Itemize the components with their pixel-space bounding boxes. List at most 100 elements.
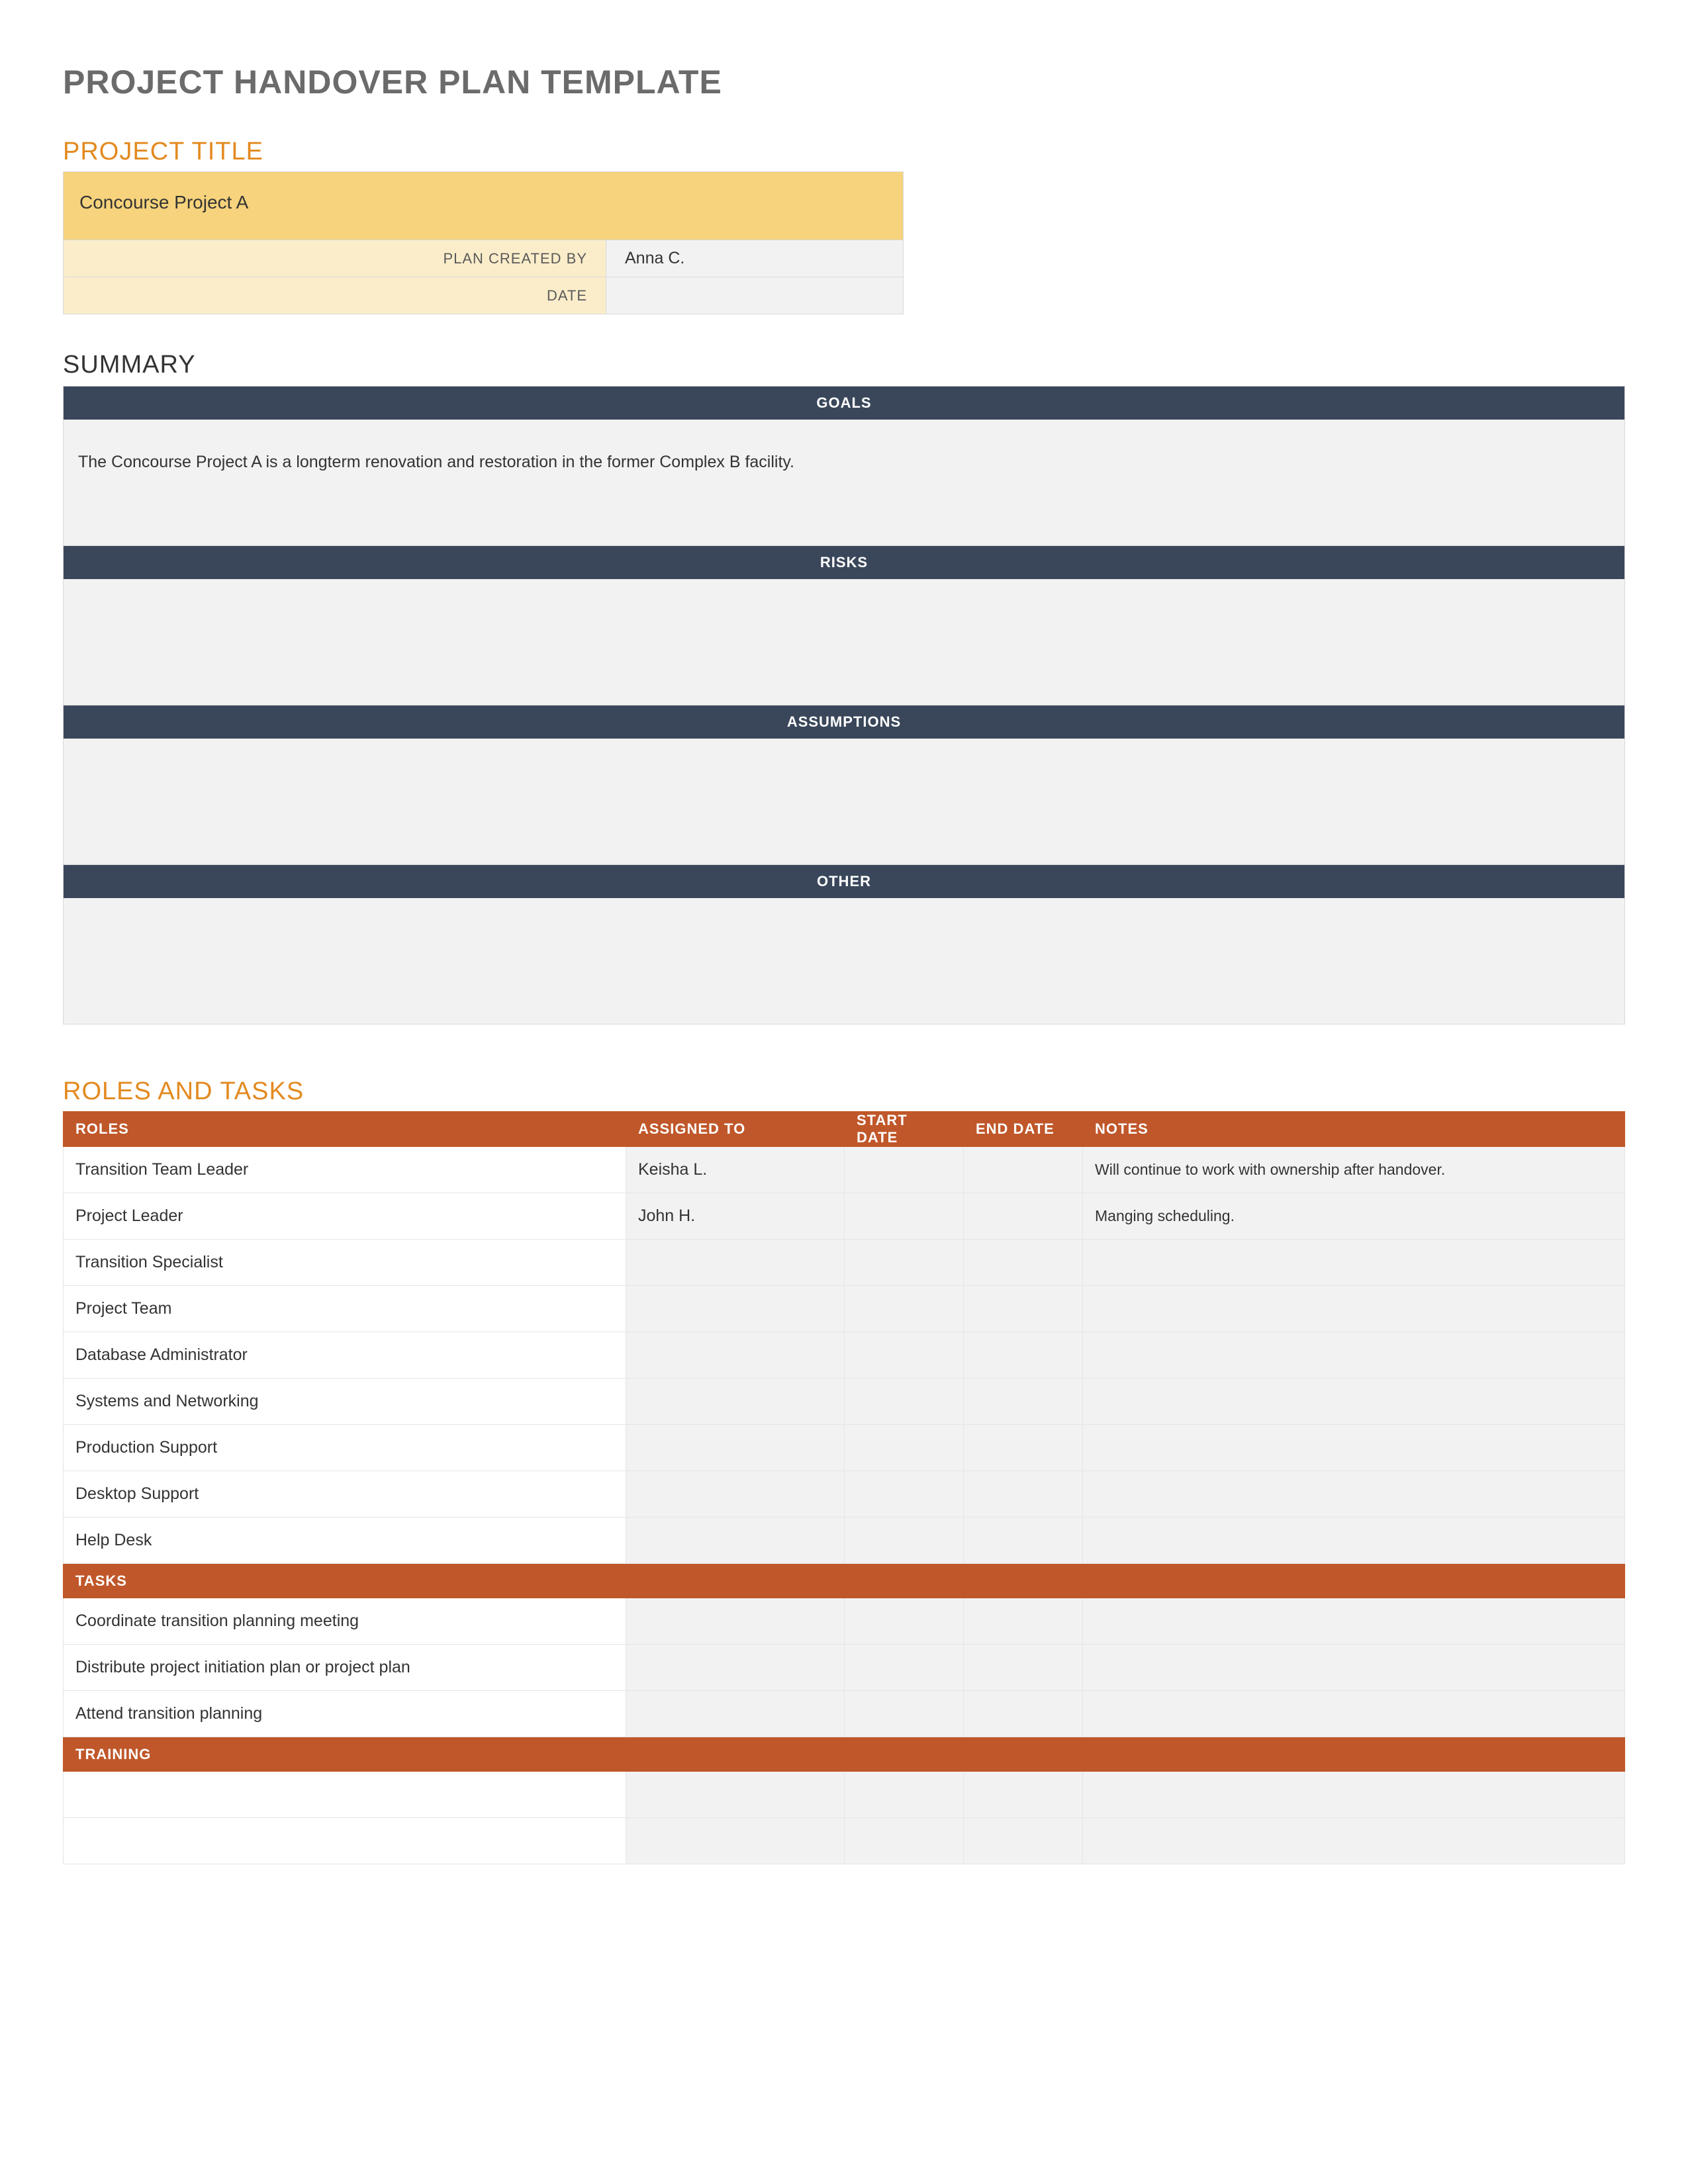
cell-role: Transition Team Leader [64, 1147, 626, 1193]
cell-assigned [626, 1818, 845, 1864]
cell-start [845, 1471, 964, 1518]
table-row: Production Support [64, 1425, 1625, 1471]
cell-assigned [626, 1332, 845, 1379]
col-end-date: END DATE [964, 1112, 1083, 1147]
cell-role: Help Desk [64, 1518, 626, 1564]
cell-start [845, 1240, 964, 1286]
cell-role: Systems and Networking [64, 1379, 626, 1425]
cell-assigned [626, 1286, 845, 1332]
cell-assigned [626, 1598, 845, 1645]
cell-notes [1083, 1332, 1625, 1379]
assumptions-body [64, 739, 1624, 864]
goals-header: GOALS [64, 387, 1624, 420]
cell-notes [1083, 1471, 1625, 1518]
section-row: TRAINING [64, 1737, 1625, 1772]
cell-role: Transition Specialist [64, 1240, 626, 1286]
cell-role [64, 1818, 626, 1864]
cell-assigned: Keisha L. [626, 1147, 845, 1193]
date-value [606, 277, 903, 314]
cell-end [964, 1240, 1083, 1286]
table-row [64, 1772, 1625, 1818]
cell-end [964, 1425, 1083, 1471]
table-row: Help Desk [64, 1518, 1625, 1564]
cell-end [964, 1147, 1083, 1193]
table-row: Database Administrator [64, 1332, 1625, 1379]
section-cell [845, 1564, 964, 1598]
summary-block: GOALS The Concourse Project A is a longt… [63, 386, 1625, 1024]
cell-notes [1083, 1518, 1625, 1564]
other-header: OTHER [64, 864, 1624, 898]
col-roles: ROLES [64, 1112, 626, 1147]
section-cell [1083, 1737, 1625, 1772]
cell-notes [1083, 1818, 1625, 1864]
table-row [64, 1818, 1625, 1864]
assumptions-header: ASSUMPTIONS [64, 705, 1624, 739]
cell-end [964, 1193, 1083, 1240]
cell-start [845, 1425, 964, 1471]
cell-assigned [626, 1691, 845, 1737]
cell-end [964, 1518, 1083, 1564]
cell-end [964, 1332, 1083, 1379]
risks-header: RISKS [64, 545, 1624, 579]
cell-start [845, 1332, 964, 1379]
cell-start [845, 1147, 964, 1193]
col-notes: NOTES [1083, 1112, 1625, 1147]
cell-role [64, 1772, 626, 1818]
cell-start [845, 1193, 964, 1240]
table-row: Distribute project initiation plan or pr… [64, 1645, 1625, 1691]
section-label: TASKS [64, 1564, 626, 1598]
cell-assigned: John H. [626, 1193, 845, 1240]
cell-start [845, 1645, 964, 1691]
cell-start [845, 1691, 964, 1737]
cell-role: Desktop Support [64, 1471, 626, 1518]
project-title-heading: PROJECT TITLE [63, 138, 1625, 166]
table-row: Transition Team LeaderKeisha L. Will cont… [64, 1147, 1625, 1193]
cell-assigned [626, 1471, 845, 1518]
cell-end [964, 1379, 1083, 1425]
project-name: Concourse Project A [64, 172, 903, 240]
col-assigned: ASSIGNED TO [626, 1112, 845, 1147]
cell-notes [1083, 1645, 1625, 1691]
cell-role: Database Administrator [64, 1332, 626, 1379]
cell-role: Attend transition planning [64, 1691, 626, 1737]
cell-assigned [626, 1772, 845, 1818]
section-cell [1083, 1564, 1625, 1598]
date-label: DATE [64, 277, 606, 314]
section-cell [964, 1564, 1083, 1598]
cell-end [964, 1471, 1083, 1518]
roles-tasks-heading: ROLES AND TASKS [63, 1077, 1625, 1106]
cell-notes: Will continue to work with ownership aft… [1083, 1147, 1625, 1193]
cell-start [845, 1598, 964, 1645]
project-title-block: Concourse Project A PLAN CREATED BY Anna… [63, 171, 904, 314]
cell-notes [1083, 1286, 1625, 1332]
other-body [64, 898, 1624, 1024]
cell-end [964, 1818, 1083, 1864]
plan-created-by-value: Anna C. [606, 240, 903, 277]
cell-assigned [626, 1240, 845, 1286]
section-label: TRAINING [64, 1737, 626, 1772]
plan-created-by-label: PLAN CREATED BY [64, 240, 606, 277]
table-row: Desktop Support [64, 1471, 1625, 1518]
cell-start [845, 1818, 964, 1864]
risks-body [64, 579, 1624, 705]
cell-notes: Manging scheduling. [1083, 1193, 1625, 1240]
cell-start [845, 1772, 964, 1818]
cell-end [964, 1598, 1083, 1645]
table-row: Attend transition planning [64, 1691, 1625, 1737]
goals-body: The Concourse Project A is a longterm re… [64, 420, 1624, 545]
section-cell [626, 1737, 845, 1772]
cell-role: Project Team [64, 1286, 626, 1332]
section-cell [964, 1737, 1083, 1772]
cell-end [964, 1691, 1083, 1737]
section-cell [845, 1737, 964, 1772]
table-row: Coordinate transition planning meeting [64, 1598, 1625, 1645]
cell-end [964, 1286, 1083, 1332]
cell-start [845, 1286, 964, 1332]
cell-end [964, 1772, 1083, 1818]
table-row: Systems and Networking [64, 1379, 1625, 1425]
cell-notes [1083, 1379, 1625, 1425]
cell-role: Production Support [64, 1425, 626, 1471]
section-row: TASKS [64, 1564, 1625, 1598]
summary-heading: SUMMARY [63, 351, 1625, 379]
cell-assigned [626, 1518, 845, 1564]
